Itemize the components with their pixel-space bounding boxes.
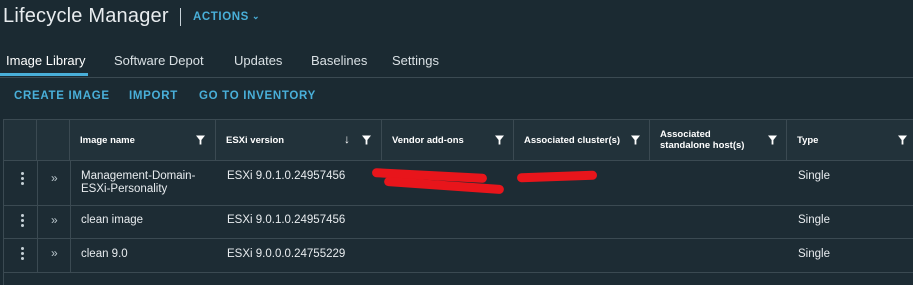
tab-baselines[interactable]: Baselines — [311, 53, 367, 68]
actions-label: ACTIONS — [193, 11, 249, 23]
cell-esxi-version: ESXi 9.0.0.0.24755229 — [227, 248, 346, 260]
row-divider — [37, 161, 38, 205]
column-header-image-name[interactable]: Image name — [70, 120, 216, 160]
column-label-associated-clusters: Associated cluster(s) — [524, 135, 621, 146]
cell-image-name: clean 9.0 — [81, 248, 128, 260]
column-header-esxi-version[interactable]: ESXi version ↓ — [216, 120, 382, 160]
filter-icon[interactable] — [362, 135, 371, 145]
row-actions-kebab-icon[interactable] — [21, 247, 25, 262]
table-row[interactable]: » clean 9.0 ESXi 9.0.0.0.24755229 Single — [4, 239, 913, 273]
column-label-esxi-version: ESXi version — [226, 135, 285, 146]
column-label-associated-hosts: Associated standalone host(s) — [660, 129, 745, 151]
image-library-grid: Image name ESXi version ↓ Vendor add-ons… — [3, 119, 913, 285]
cell-image-name: Management-Domain-ESXi-Personality — [81, 170, 196, 195]
title-divider — [180, 8, 181, 26]
filter-icon[interactable] — [495, 135, 504, 145]
app-title: Lifecycle Manager — [3, 5, 169, 27]
column-header-type[interactable]: Type — [787, 120, 913, 160]
grid-header: Image name ESXi version ↓ Vendor add-ons… — [4, 120, 913, 161]
sort-down-icon[interactable]: ↓ — [344, 132, 350, 146]
header-actions-cell — [4, 120, 37, 160]
column-header-associated-hosts[interactable]: Associated standalone host(s) — [650, 120, 787, 160]
header-expand-cell — [37, 120, 70, 160]
tab-settings[interactable]: Settings — [392, 53, 439, 68]
page-header: Lifecycle Manager ACTIONS ⌄ — [0, 0, 913, 36]
table-row[interactable]: » Management-Domain-ESXi-Personality ESX… — [4, 161, 913, 206]
row-divider — [70, 161, 71, 205]
column-label-image-name: Image name — [80, 135, 135, 146]
table-row[interactable]: » clean image ESXi 9.0.1.0.24957456 Sing… — [4, 206, 913, 239]
expand-row-icon[interactable]: » — [51, 246, 58, 260]
chevron-down-icon: ⌄ — [251, 11, 261, 21]
row-actions-kebab-icon[interactable] — [21, 214, 25, 229]
cell-type: Single — [798, 248, 830, 260]
column-header-vendor-addons[interactable]: Vendor add-ons — [382, 120, 514, 160]
row-actions-kebab-icon[interactable] — [21, 172, 25, 187]
filter-icon[interactable] — [196, 135, 205, 145]
tab-software-depot[interactable]: Software Depot — [114, 53, 204, 68]
cell-esxi-version: ESXi 9.0.1.0.24957456 — [227, 170, 346, 182]
tab-updates[interactable]: Updates — [234, 53, 282, 68]
filter-icon[interactable] — [768, 135, 777, 145]
column-label-type: Type — [797, 135, 819, 146]
create-image-button[interactable]: CREATE IMAGE — [14, 90, 110, 102]
cell-type: Single — [798, 170, 830, 182]
redaction-mark — [516, 170, 598, 183]
active-tab-indicator — [0, 73, 88, 76]
filter-icon[interactable] — [631, 135, 640, 145]
column-header-associated-clusters[interactable]: Associated cluster(s) — [514, 120, 650, 160]
import-button[interactable]: IMPORT — [129, 90, 178, 102]
tab-bar: Image Library Software Depot Updates Bas… — [0, 44, 913, 78]
row-divider — [37, 206, 38, 238]
column-label-vendor-addons: Vendor add-ons — [392, 135, 464, 146]
go-to-inventory-button[interactable]: GO TO INVENTORY — [199, 90, 316, 102]
tab-image-library[interactable]: Image Library — [6, 53, 85, 68]
row-divider — [70, 206, 71, 238]
row-divider — [70, 239, 71, 272]
expand-row-icon[interactable]: » — [51, 213, 58, 227]
cell-esxi-version: ESXi 9.0.1.0.24957456 — [227, 214, 346, 226]
cell-type: Single — [798, 214, 830, 226]
cell-image-name: clean image — [81, 214, 144, 226]
expand-row-icon[interactable]: » — [51, 171, 58, 185]
row-divider — [37, 239, 38, 272]
actions-menu-button[interactable]: ACTIONS ⌄ — [193, 11, 260, 23]
filter-icon[interactable] — [898, 135, 907, 145]
